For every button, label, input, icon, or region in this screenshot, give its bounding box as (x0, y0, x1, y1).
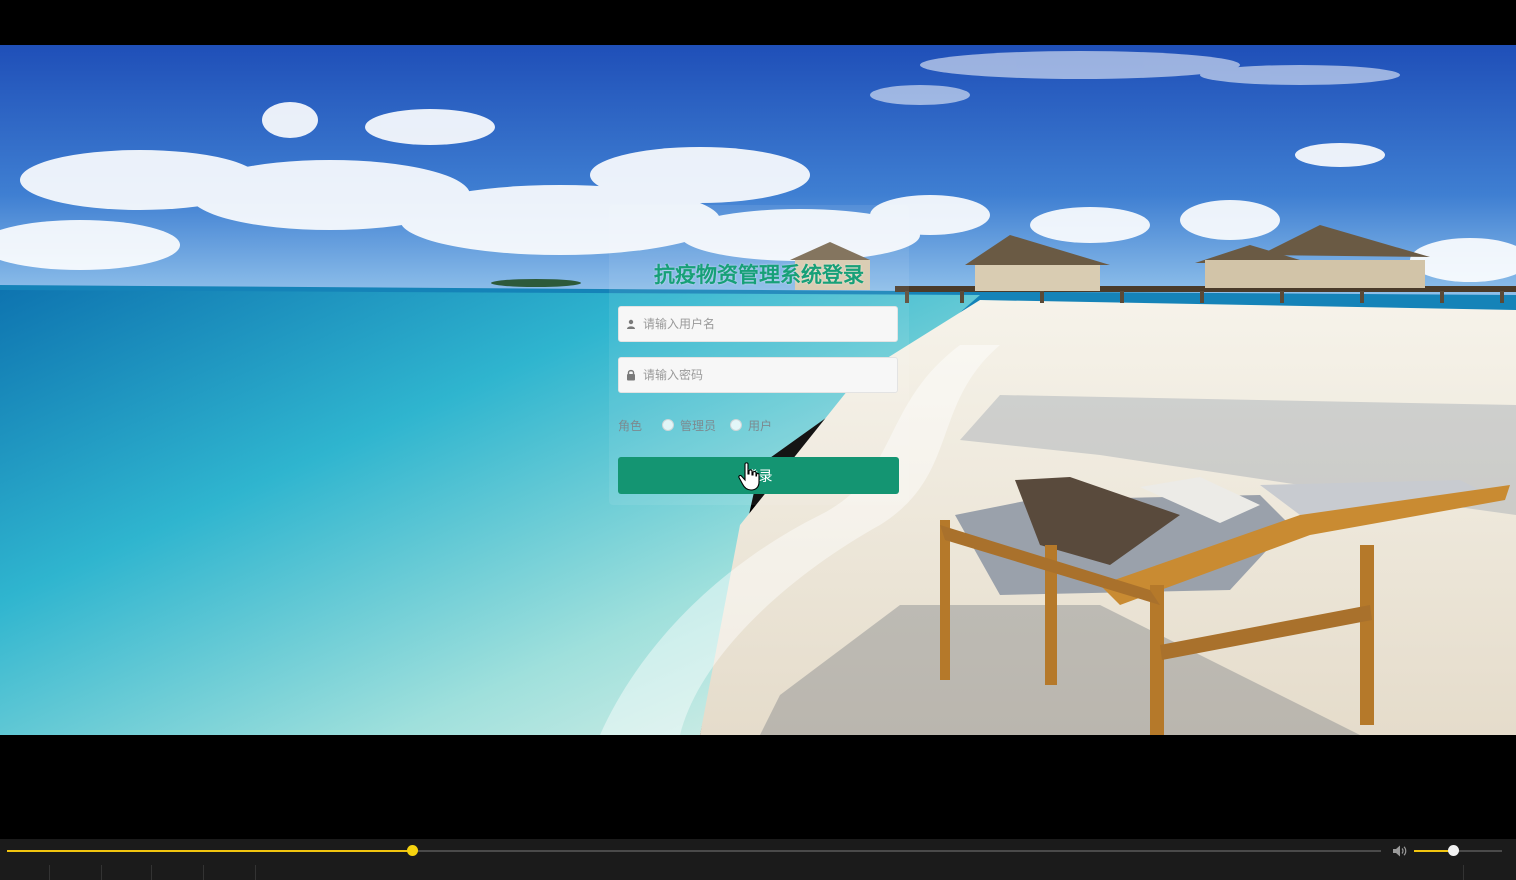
progress-handle[interactable] (407, 845, 419, 856)
role-option-admin-label[interactable]: 管理员 (680, 417, 716, 434)
volume-icon[interactable] (1392, 843, 1408, 859)
role-selector: 角色 管理员 用户 (618, 415, 898, 435)
video-frame: 抗疫物资管理系统登录 角色 管理员 用户 登录 (0, 45, 1516, 735)
control-spacer (256, 865, 1464, 880)
lock-icon (619, 369, 643, 381)
control-slot[interactable] (152, 865, 204, 880)
login-panel: 抗疫物资管理系统登录 角色 管理员 用户 登录 (609, 205, 909, 505)
password-field-wrapper (618, 357, 898, 393)
login-title: 抗疫物资管理系统登录 (654, 263, 864, 287)
progress-fill (7, 850, 413, 852)
password-input[interactable] (643, 360, 897, 390)
volume-slider[interactable] (1414, 845, 1502, 856)
volume-handle[interactable] (1447, 845, 1459, 856)
control-slot[interactable] (204, 865, 256, 880)
control-slot[interactable] (50, 865, 102, 880)
role-label: 角色 (618, 418, 643, 433)
user-icon (619, 319, 643, 329)
player-controls (0, 839, 1516, 880)
progress-slider[interactable] (7, 845, 1381, 856)
role-radio-admin[interactable] (662, 419, 674, 431)
video-player: 抗疫物资管理系统登录 角色 管理员 用户 登录 (0, 0, 1516, 880)
control-button-bar (0, 865, 1516, 880)
control-slot[interactable] (0, 865, 50, 880)
role-option-user-label[interactable]: 用户 (748, 417, 772, 434)
role-radio-user[interactable] (730, 419, 743, 431)
login-button[interactable]: 登录 (618, 457, 899, 494)
control-slot[interactable] (102, 865, 152, 880)
volume-fill (1414, 850, 1453, 852)
username-field-wrapper (618, 306, 898, 342)
username-input[interactable] (643, 309, 897, 339)
